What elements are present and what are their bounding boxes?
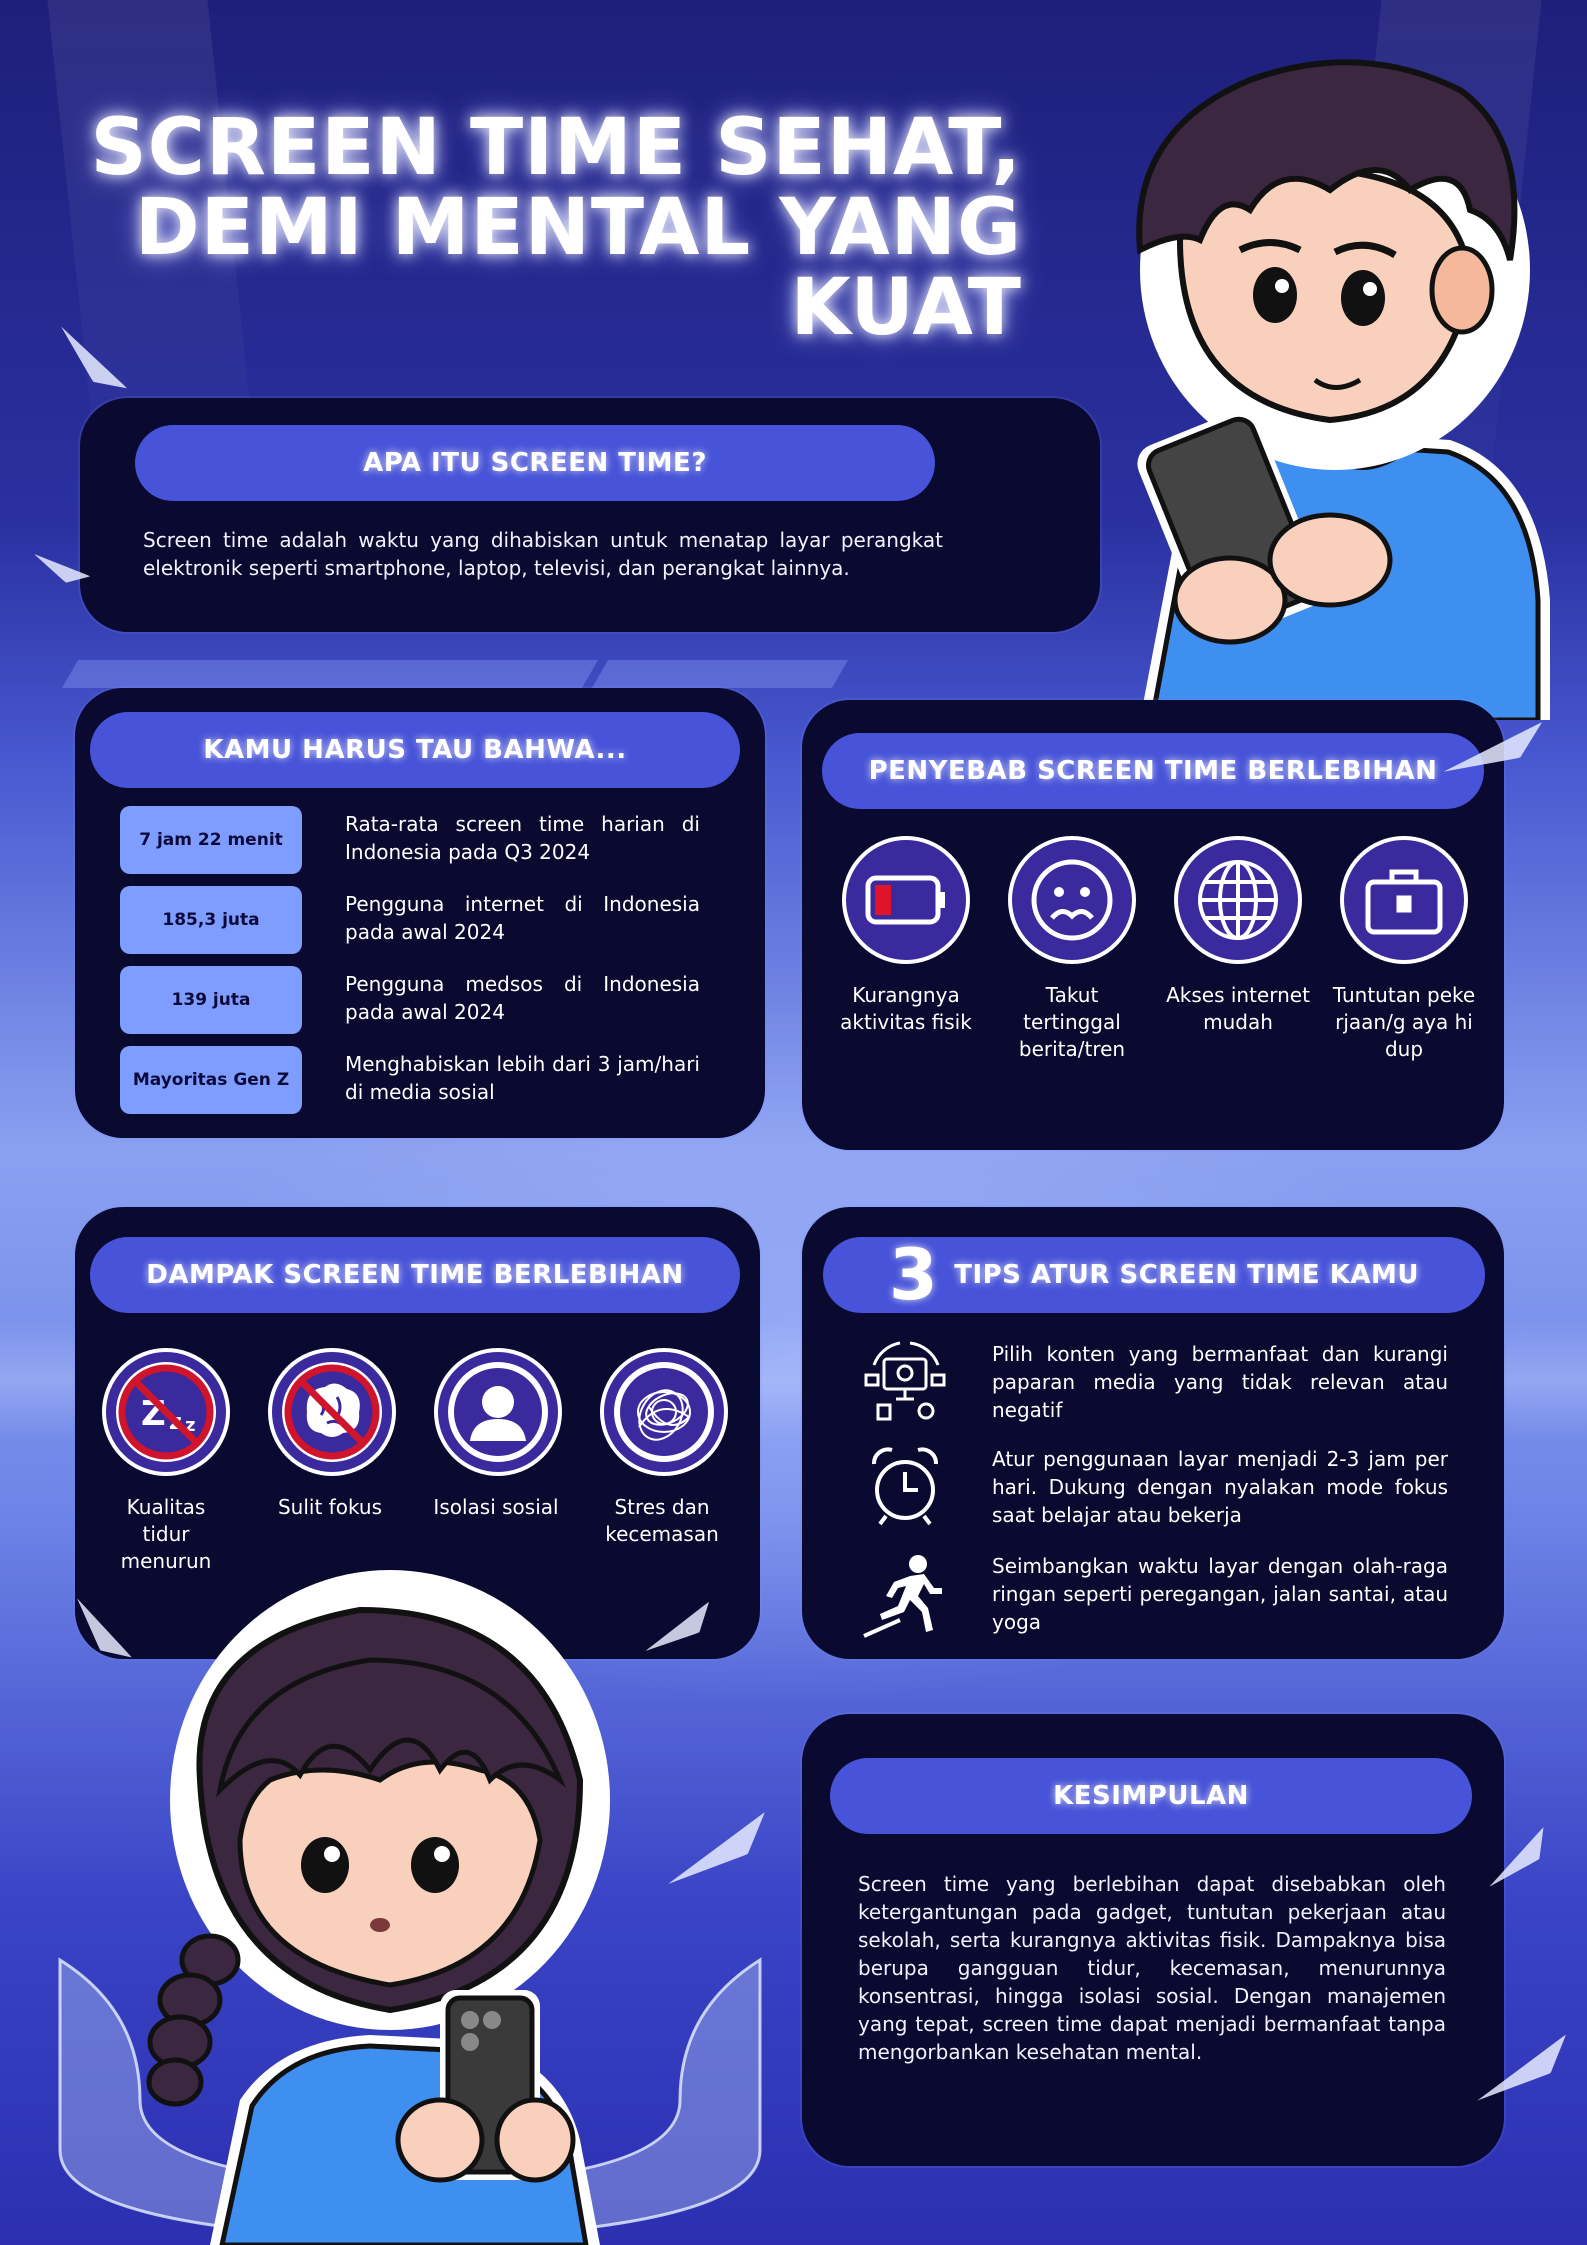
facts-heading-text: KAMU HARUS TAU BAHWA... bbox=[203, 735, 627, 765]
fact-value-1: 7 jam 22 menit bbox=[120, 806, 302, 874]
tip-text-1: Pilih konten yang bermanfaat dan kurangi… bbox=[992, 1342, 1448, 1422]
tangle-icon bbox=[600, 1348, 728, 1476]
low-battery-icon bbox=[842, 836, 970, 964]
cause-label-3: Akses internet mudah bbox=[1166, 983, 1310, 1034]
alarm-clock-icon bbox=[872, 1447, 938, 1526]
worried-face-icon bbox=[1008, 836, 1136, 964]
boy-with-phone-illustration bbox=[1136, 59, 1550, 720]
cause-label-4: Tuntutan pekerjaan/g aya hidup bbox=[1332, 983, 1476, 1061]
tip-text-3: Seimbangkan waktu layar dengan olah-raga… bbox=[992, 1554, 1448, 1634]
glow-stripe bbox=[61, 660, 599, 688]
tip-text-2: Atur penggunaan layar menjadi 2-3 jam pe… bbox=[992, 1447, 1448, 1527]
cause-label-2: Takut tertinggal berita/tren bbox=[1018, 983, 1126, 1061]
title-line-2: DEMI MENTAL YANG bbox=[134, 183, 1022, 273]
page-title: SCREEN TIME SEHAT, DEMI MENTAL YANG KUAT bbox=[22, 108, 1022, 348]
no-brain-icon bbox=[268, 1348, 396, 1476]
title-line-1: SCREEN TIME SEHAT, bbox=[90, 103, 1022, 193]
conclusion-heading: KESIMPULAN bbox=[830, 1758, 1472, 1834]
what-heading-text: APA ITU SCREEN TIME? bbox=[363, 448, 707, 478]
fact-value-4: Mayoritas Gen Z bbox=[120, 1046, 302, 1114]
cause-label-1: Kurangnya aktivitas fisik bbox=[840, 983, 972, 1034]
no-sleep-icon: Zzz bbox=[102, 1348, 230, 1476]
globe-icon bbox=[1174, 836, 1302, 964]
what-description: Screen time adalah waktu yang dihabiskan… bbox=[143, 528, 943, 580]
impact-label-2: Sulit fokus bbox=[277, 1495, 383, 1519]
causes-heading-text: PENYEBAB SCREEN TIME BERLEBIHAN bbox=[868, 756, 1438, 786]
what-heading: APA ITU SCREEN TIME? bbox=[135, 425, 935, 501]
impacts-heading: DAMPAK SCREEN TIME BERLEBIHAN bbox=[90, 1237, 740, 1313]
fact-text-4: Menghabiskan lebih dari 3 jam/hari di me… bbox=[345, 1052, 700, 1104]
tips-heading-text: TIPS ATUR SCREEN TIME KAMU bbox=[954, 1260, 1419, 1290]
title-line-3: KUAT bbox=[790, 263, 1022, 353]
conclusion-heading-text: KESIMPULAN bbox=[1053, 1781, 1249, 1811]
glow-stripe-2 bbox=[591, 660, 849, 688]
impact-label-3: Isolasi sosial bbox=[433, 1495, 559, 1519]
impacts-heading-text: DAMPAK SCREEN TIME BERLEBIHAN bbox=[146, 1260, 684, 1290]
running-icon bbox=[863, 1555, 942, 1638]
facts-heading: KAMU HARUS TAU BAHWA... bbox=[90, 712, 740, 788]
tips-heading: 3 TIPS ATUR SCREEN TIME KAMU bbox=[823, 1237, 1485, 1313]
briefcase-icon bbox=[1340, 836, 1468, 964]
fact-text-2: Pengguna internet di Indonesia pada awal… bbox=[345, 892, 700, 944]
fact-value-2: 185,3 juta bbox=[120, 886, 302, 954]
causes-heading: PENYEBAB SCREEN TIME BERLEBIHAN bbox=[822, 733, 1484, 809]
girl-with-phone-illustration bbox=[58, 1570, 762, 2245]
fact-value-3: 139 juta bbox=[120, 966, 302, 1034]
tips-number: 3 bbox=[889, 1234, 939, 1316]
conclusion-text: Screen time yang berlebihan dapat diseba… bbox=[858, 1872, 1446, 2064]
content-settings-icon bbox=[864, 1341, 946, 1421]
person-icon bbox=[434, 1348, 562, 1476]
fact-text-1: Rata-rata screen time harian di Indonesi… bbox=[345, 812, 700, 864]
fact-text-3: Pengguna medsos di Indonesia pada awal 2… bbox=[345, 972, 700, 1024]
